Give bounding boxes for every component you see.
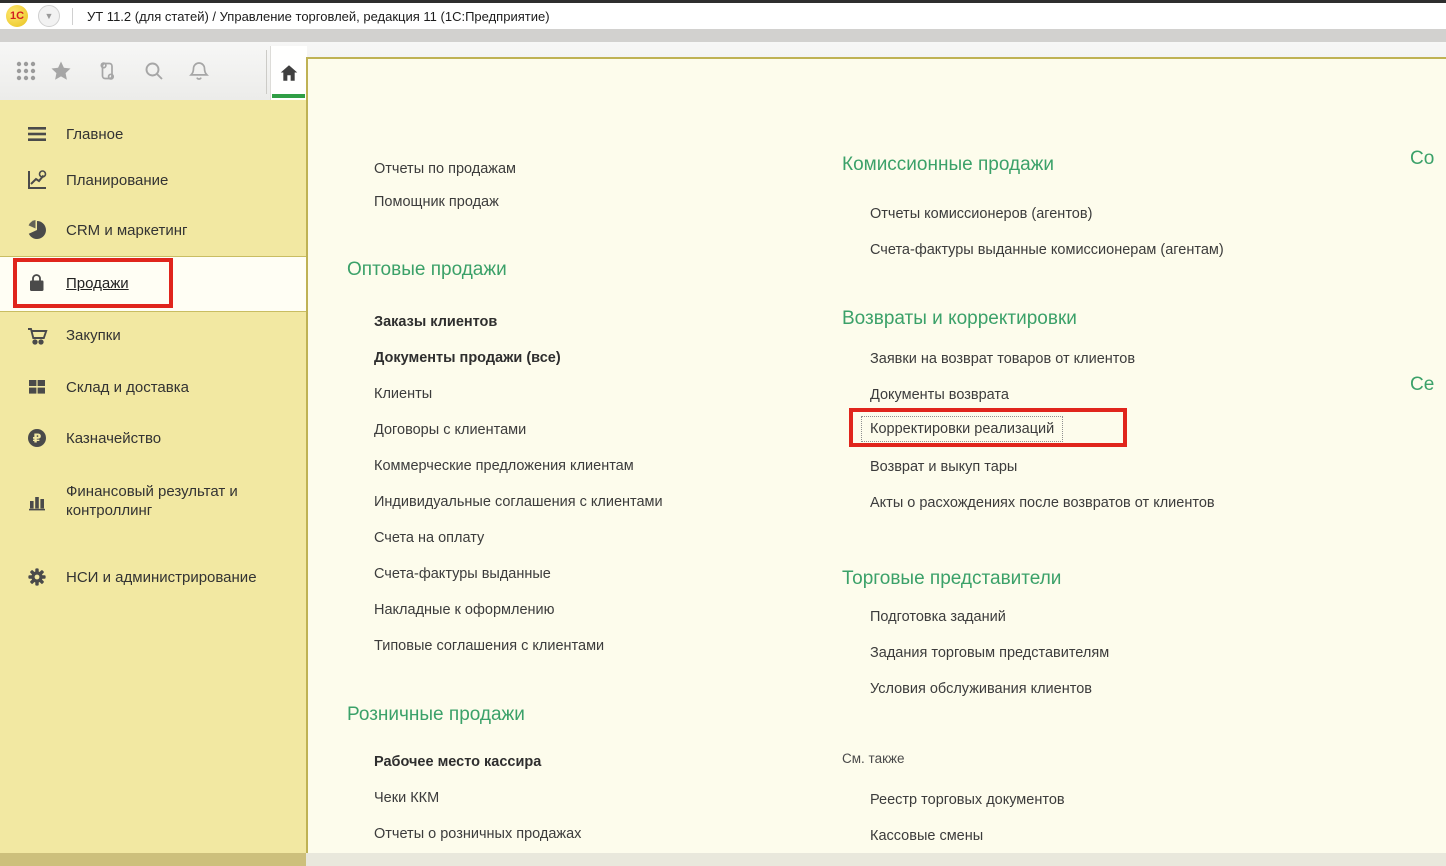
- sidebar-item-label: Казначейство: [66, 429, 292, 448]
- panel-link-standard-agreements[interactable]: Типовые соглашения с клиентами: [374, 636, 604, 656]
- window-bottom-edge-right: [306, 853, 1446, 866]
- favorites-star-icon: [49, 59, 73, 83]
- sidebar-item-finance[interactable]: Финансовый результат и контроллинг: [0, 473, 306, 529]
- section-header-returns-adjustments: Возвраты и корректировки: [842, 306, 1077, 332]
- panel-link-retail-sales-reports[interactable]: Отчеты о розничных продажах: [374, 824, 581, 844]
- 1c-logo: 1С: [6, 5, 28, 27]
- panel-link-customer-orders[interactable]: Заказы клиентов: [374, 312, 497, 332]
- sidebar-item-treasury[interactable]: ₽ Казначейство: [0, 412, 306, 464]
- favorites-button[interactable]: [45, 54, 77, 88]
- sidebar-item-label: Главное: [66, 125, 292, 144]
- sidebar-item-label: Планирование: [66, 171, 292, 190]
- history-scroll-icon: [95, 59, 119, 83]
- shopping-bag-icon: [24, 270, 50, 296]
- sales-section-dropdown-panel: Отчеты по продажам Помощник продаж Оптов…: [306, 57, 1446, 866]
- sidebar-item-main[interactable]: Главное: [0, 108, 306, 160]
- section-header-retail: Розничные продажи: [347, 702, 525, 728]
- panel-link-sales-documents[interactable]: Документы продажи (все): [374, 348, 561, 368]
- planning-chart-icon: [24, 167, 50, 193]
- section-header-commission-sales: Комиссионные продажи: [842, 152, 1054, 178]
- panel-link-discrepancy-acts[interactable]: Акты о расхождениях после возвратов от к…: [870, 493, 1215, 513]
- panel-link-client-contracts[interactable]: Договоры с клиентами: [374, 420, 526, 440]
- titlebar-separator: [72, 8, 73, 25]
- sidebar-item-planning[interactable]: Планирование: [0, 154, 306, 206]
- panel-link-rep-tasks[interactable]: Задания торговым представителям: [870, 643, 1109, 663]
- search-icon: [142, 59, 166, 83]
- window-title: УТ 11.2 (для статей) / Управление торгов…: [87, 9, 550, 24]
- svg-text:₽: ₽: [33, 432, 42, 446]
- warehouse-grid-icon: [24, 374, 50, 400]
- see-also-header: См. также: [842, 750, 905, 768]
- sidebar-item-label: Склад и доставка: [66, 378, 292, 397]
- sidebar-item-sales[interactable]: Продажи: [0, 257, 306, 309]
- panel-link-commercial-offers[interactable]: Коммерческие предложения клиентам: [374, 456, 634, 476]
- panel-link-container-return[interactable]: Возврат и выкуп тары: [870, 457, 1017, 477]
- hamburger-icon: [24, 121, 50, 147]
- main-menu-dropdown-button[interactable]: ▼: [38, 5, 60, 27]
- sidebar-item-label: НСИ и администрирование: [66, 568, 292, 587]
- home-icon: [278, 62, 300, 84]
- panel-link-service-conditions[interactable]: Условия обслуживания клиентов: [870, 679, 1092, 699]
- panel-link-sales-assistant[interactable]: Помощник продаж: [374, 192, 499, 212]
- sidebar-item-label: Продажи: [66, 274, 292, 293]
- panel-link-task-preparation[interactable]: Подготовка заданий: [870, 607, 1006, 627]
- window-bottom-edge-left: [0, 853, 306, 866]
- focused-link-outline: Корректировки реализаций: [861, 416, 1063, 442]
- history-button[interactable]: [91, 54, 123, 88]
- tab-home[interactable]: [270, 46, 307, 100]
- ruble-coin-icon: ₽: [24, 425, 50, 451]
- toolbar-separator: [266, 50, 267, 94]
- panel-link-cash-shifts[interactable]: Кассовые смены: [870, 826, 983, 846]
- panel-link-individual-agreements[interactable]: Индивидуальные соглашения с клиентами: [374, 492, 663, 512]
- bar-chart-icon: [24, 488, 50, 514]
- title-bar: 1С ▼ УТ 11.2 (для статей) / Управление т…: [0, 3, 1446, 29]
- section-header-clipped-top: Со: [1410, 146, 1434, 172]
- gear-icon: [24, 564, 50, 590]
- section-header-wholesale: Оптовые продажи: [347, 257, 507, 283]
- sidebar-item-nsi-admin[interactable]: НСИ и администрирование: [0, 549, 306, 605]
- sidebar-item-label: Финансовый результат и контроллинг: [66, 482, 292, 520]
- shopping-cart-icon: [24, 322, 50, 348]
- sidebar-item-label: Закупки: [66, 326, 292, 345]
- sidebar-item-label: CRM и маркетинг: [66, 221, 292, 240]
- sidebar-item-crm[interactable]: CRM и маркетинг: [0, 204, 306, 256]
- sidebar-item-warehouse[interactable]: Склад и доставка: [0, 361, 306, 413]
- panel-link-payment-invoices[interactable]: Счета на оплату: [374, 528, 484, 548]
- section-header-sales-reps: Торговые представители: [842, 566, 1061, 592]
- panel-link-kkm-receipts[interactable]: Чеки ККМ: [374, 788, 439, 808]
- panel-link-sales-reports[interactable]: Отчеты по продажам: [374, 159, 516, 179]
- notifications-bell-icon: [187, 59, 211, 83]
- panel-link-invoices-to-agents[interactable]: Счета-фактуры выданные комиссионерам (аг…: [870, 240, 1224, 260]
- panel-link-sales-adjustments[interactable]: Корректировки реализаций: [861, 416, 1063, 442]
- active-tab-underline: [272, 94, 305, 98]
- panel-link-return-documents[interactable]: Документы возврата: [870, 385, 1009, 405]
- panel-link-commission-agent-reports[interactable]: Отчеты комиссионеров (агентов): [870, 204, 1092, 224]
- command-bar-strip: [0, 29, 1446, 43]
- section-header-clipped-bottom: Се: [1410, 372, 1434, 398]
- app-menu-icon: [14, 59, 38, 83]
- panel-link-waybills[interactable]: Накладные к оформлению: [374, 600, 555, 620]
- panel-link-clients[interactable]: Клиенты: [374, 384, 432, 404]
- search-button[interactable]: [138, 54, 170, 88]
- panel-link-trade-document-registry[interactable]: Реестр торговых документов: [870, 790, 1065, 810]
- section-sidebar: Главное Планирование CRM и маркетинг Про…: [0, 100, 306, 866]
- panel-link-return-requests[interactable]: Заявки на возврат товаров от клиентов: [870, 349, 1135, 369]
- notifications-button[interactable]: [183, 54, 215, 88]
- pie-chart-icon: [24, 217, 50, 243]
- app-menu-button[interactable]: [10, 54, 42, 88]
- panel-link-issued-invoices[interactable]: Счета-фактуры выданные: [374, 564, 551, 584]
- sidebar-item-purchases[interactable]: Закупки: [0, 309, 306, 361]
- panel-link-cashier-workplace[interactable]: Рабочее место кассира: [374, 752, 541, 772]
